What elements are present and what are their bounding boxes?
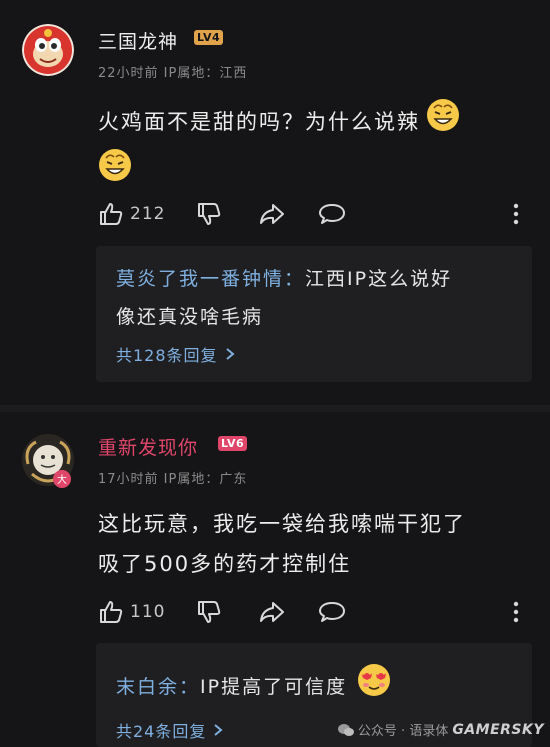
wechat-account-label: 公众号 · 语录体 bbox=[357, 724, 449, 739]
username[interactable]: 重新发现你 bbox=[98, 433, 198, 460]
heart-face-emoji-icon bbox=[357, 663, 391, 710]
comment-text-continued: 吸了500多的药才控制住 bbox=[98, 552, 352, 576]
level-badge: LV6 bbox=[218, 436, 248, 451]
comment-divider bbox=[0, 405, 550, 412]
comment-body: 火鸡面不是甜的吗？为什么说辣 bbox=[98, 98, 518, 198]
comment-item: 三国龙神 LV4 22小时前 IP属地：江西 火鸡面不是甜的吗？为什么说辣 21… bbox=[0, 0, 550, 405]
comment-button[interactable] bbox=[318, 200, 346, 228]
more-options-button[interactable] bbox=[512, 200, 520, 228]
like-count: 212 bbox=[130, 204, 166, 224]
thumbs-down-icon bbox=[198, 203, 221, 225]
watermark: 公众号 · 语录体 GAMERSKY bbox=[337, 720, 544, 739]
grin-emoji-icon bbox=[98, 148, 132, 198]
comment-text: 火鸡面不是甜的吗？为什么说辣 bbox=[98, 110, 420, 134]
share-button[interactable] bbox=[258, 598, 286, 626]
share-arrow-icon bbox=[260, 204, 284, 224]
chevron-right-icon bbox=[214, 724, 223, 736]
level-badge: LV4 bbox=[194, 30, 224, 45]
site-watermark: GAMERSKY bbox=[452, 721, 544, 738]
svg-text:大: 大 bbox=[57, 473, 67, 486]
wechat-icon bbox=[337, 723, 354, 736]
reply-username[interactable]: 莫炎了我一番钟情： bbox=[116, 268, 305, 290]
like-button[interactable]: 212 bbox=[98, 200, 165, 228]
dislike-button[interactable] bbox=[196, 200, 222, 228]
comment-actions: 212 bbox=[98, 200, 528, 228]
reply-count: 共128条回复 bbox=[116, 346, 218, 365]
reply-count: 共24条回复 bbox=[116, 722, 207, 741]
like-count: 110 bbox=[130, 602, 166, 622]
comment-item: 大 重新发现你 LV6 17小时前 IP属地：广东 这比玩意，我吃一袋给我嗦喘干… bbox=[0, 412, 550, 747]
reply-content: IP提高了可信度 bbox=[200, 675, 348, 698]
share-button[interactable] bbox=[258, 200, 286, 228]
avatar[interactable]: 大 bbox=[22, 434, 74, 488]
reply-text-continued: 像还真没啥毛病 bbox=[116, 306, 264, 328]
dislike-button[interactable] bbox=[196, 598, 222, 626]
reply-text: 末白余： IP提高了可信度 bbox=[116, 663, 532, 710]
like-button[interactable]: 110 bbox=[98, 598, 165, 626]
more-options-button[interactable] bbox=[512, 598, 520, 626]
comment-meta: 17小时前 IP属地：广东 bbox=[98, 472, 248, 487]
speech-bubble-icon bbox=[319, 602, 345, 622]
comment-meta: 22小时前 IP属地：江西 bbox=[98, 66, 248, 81]
more-vertical-icon bbox=[513, 203, 519, 225]
comment-text: 这比玩意，我吃一袋给我嗦喘干犯了 bbox=[98, 512, 466, 536]
thumbs-up-icon bbox=[100, 601, 123, 623]
view-replies-link[interactable]: 共128条回复 bbox=[116, 342, 532, 366]
avatar[interactable] bbox=[22, 24, 74, 76]
more-vertical-icon bbox=[513, 601, 519, 623]
reply-text: 莫炎了我一番钟情：江西IP这么说好 bbox=[116, 260, 532, 298]
thumbs-up-icon bbox=[100, 203, 123, 225]
share-arrow-icon bbox=[260, 602, 284, 622]
thumbs-down-icon bbox=[198, 601, 221, 623]
username[interactable]: 三国龙神 bbox=[98, 27, 178, 54]
grin-emoji-icon bbox=[426, 98, 460, 148]
reply-preview[interactable]: 莫炎了我一番钟情：江西IP这么说好 像还真没啥毛病 共128条回复 bbox=[96, 246, 532, 382]
speech-bubble-icon bbox=[319, 204, 345, 224]
comment-body: 这比玩意，我吃一袋给我嗦喘干犯了 吸了500多的药才控制住 bbox=[98, 504, 518, 584]
reply-content: 江西IP这么说好 bbox=[305, 268, 453, 290]
comment-button[interactable] bbox=[318, 598, 346, 626]
comment-actions: 110 bbox=[98, 598, 528, 626]
reply-username[interactable]: 末白余： bbox=[116, 668, 200, 706]
chevron-right-icon bbox=[225, 348, 235, 360]
